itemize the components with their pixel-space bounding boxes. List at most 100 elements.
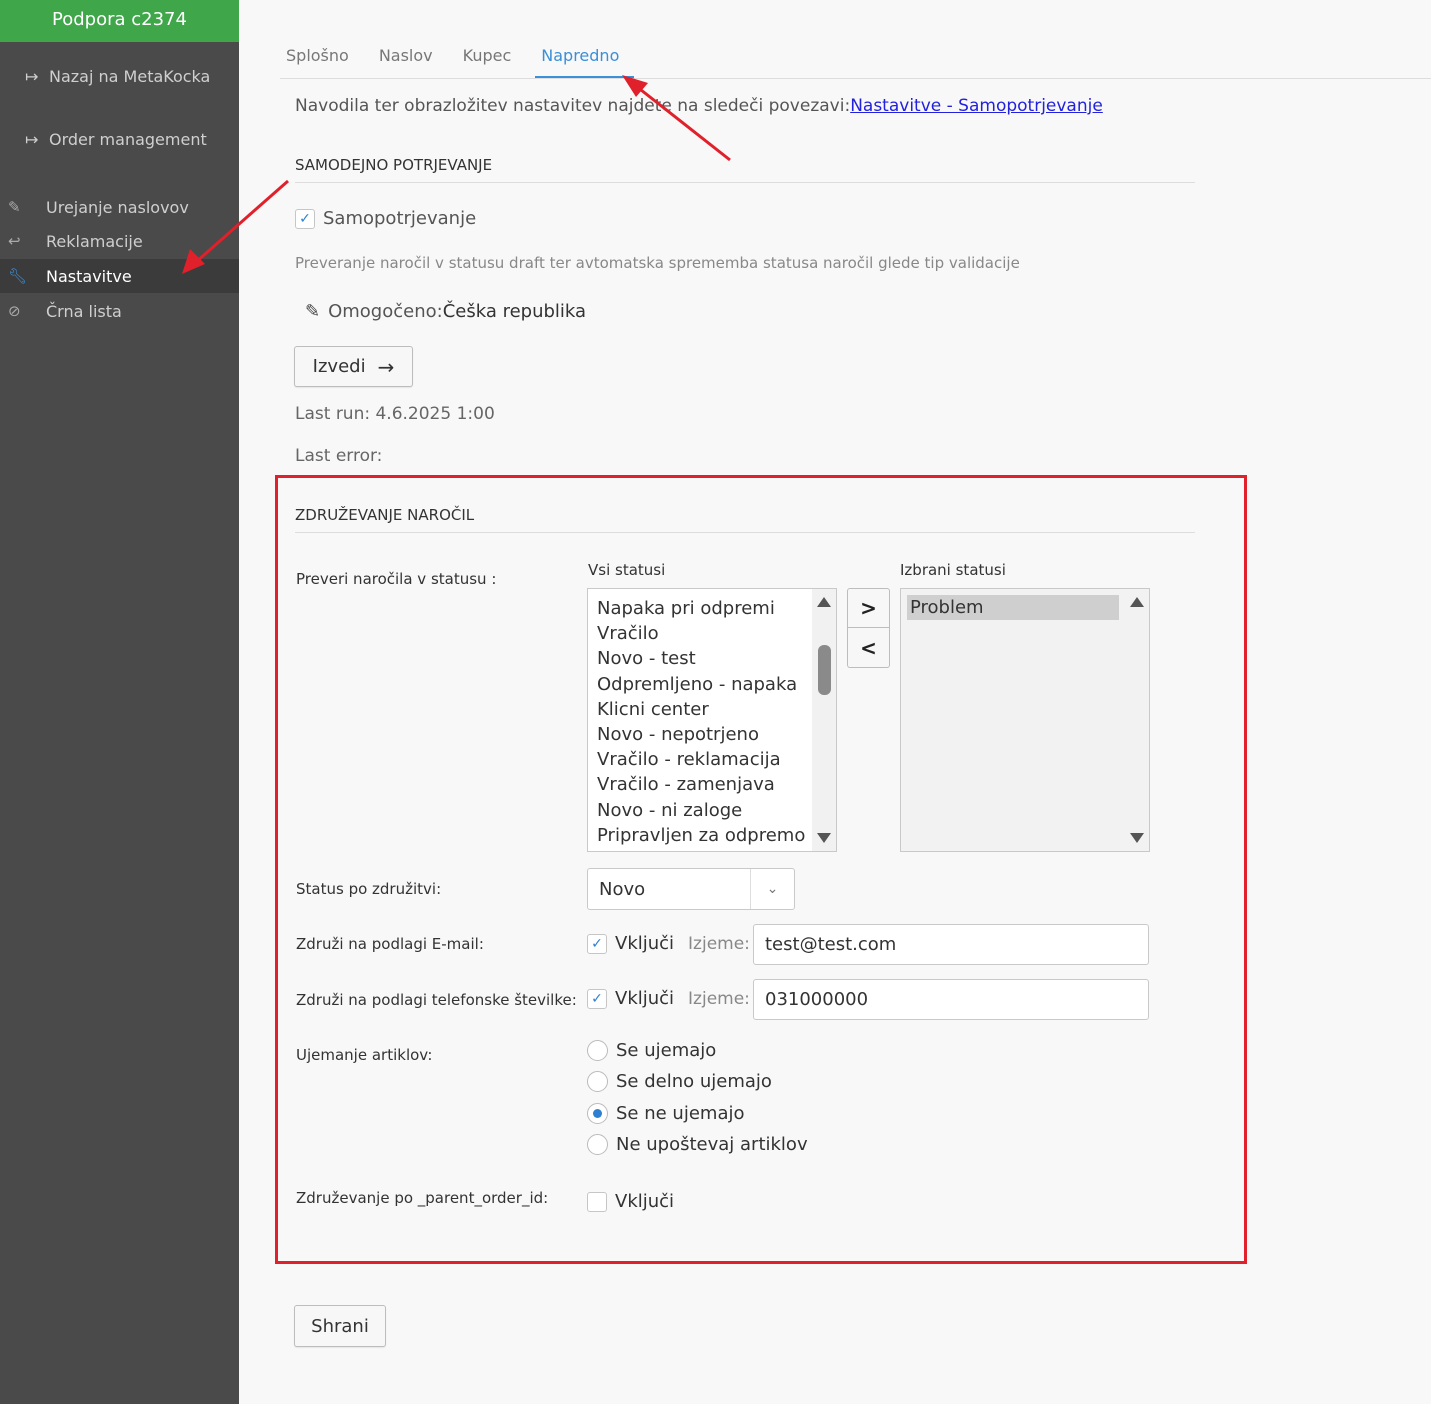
- radio-se-ujemajo[interactable]: Se ujemajo: [587, 1040, 716, 1061]
- sidebar-item-label: Urejanje naslovov: [46, 197, 189, 217]
- parent-include-row: Vključi: [587, 1191, 674, 1212]
- list-item[interactable]: Vračilo: [588, 621, 836, 646]
- sidebar-item-reklamacije[interactable]: ↩ Reklamacije: [0, 224, 239, 258]
- radio-label: Se delno ujemajo: [616, 1071, 772, 1092]
- status-after-select[interactable]: Novo ⌄: [587, 868, 795, 910]
- radio-se-ne-ujemajo[interactable]: Se ne ujemajo: [587, 1103, 745, 1124]
- items-matching-label: Ujemanje artiklov:: [296, 1046, 433, 1064]
- scroll-up-icon[interactable]: [1130, 597, 1144, 607]
- list-item[interactable]: Vračilo - reklamacija: [588, 747, 836, 772]
- phone-except-label: Izjeme:: [688, 988, 750, 1009]
- auto-confirm-checkbox[interactable]: ✓: [295, 208, 315, 229]
- sidebar-item-label: Črna lista: [46, 301, 122, 321]
- email-merge-label: Združi na podlagi E-mail:: [296, 935, 484, 953]
- radio-se-delno-ujemajo[interactable]: Se delno ujemajo: [587, 1071, 772, 1092]
- phone-merge-label: Združi na podlagi telefonske številke:: [296, 991, 577, 1009]
- tab-kupec[interactable]: Kupec: [457, 38, 527, 78]
- run-button[interactable]: Izvedi →: [294, 346, 413, 387]
- back-to-metakocka-link[interactable]: ↦ Nazaj na MetaKocka: [25, 67, 210, 86]
- info-line: Navodila ter obrazložitev nastavitev naj…: [295, 96, 1103, 116]
- list-item[interactable]: Problem: [907, 595, 1119, 621]
- edit-icon: ✎: [8, 198, 21, 216]
- section-title-auto-confirm: SAMODEJNO POTRJEVANJE: [295, 156, 1195, 183]
- back-link-label: Nazaj na MetaKocka: [49, 67, 211, 86]
- chevron-down-icon[interactable]: ⌄: [750, 869, 794, 909]
- arrow-right-icon: →: [377, 354, 395, 379]
- save-button[interactable]: Shrani: [294, 1305, 386, 1347]
- order-management-link[interactable]: ↦ Order management: [25, 130, 207, 149]
- email-include-checkbox[interactable]: ✓: [587, 933, 607, 954]
- list-item[interactable]: Novo - ni zaloge: [588, 798, 836, 823]
- enabled-value: Češka republika: [442, 301, 587, 322]
- phone-include-row: ✓ Vključi Izjeme:: [587, 988, 750, 1009]
- list-item[interactable]: Pripravljen za odpremo - r: [588, 823, 836, 848]
- all-statuses-label: Vsi statusi: [588, 561, 666, 579]
- phone-except-input[interactable]: 031000000: [753, 979, 1149, 1020]
- sidebar: Podpora c2374 ↦ Nazaj na MetaKocka ↦ Ord…: [0, 0, 239, 1404]
- radio-button[interactable]: [587, 1040, 608, 1061]
- sidebar-item-label: Nastavitve: [46, 266, 132, 286]
- scroll-down-icon[interactable]: [1130, 833, 1144, 843]
- scroll-down-icon[interactable]: [817, 833, 831, 843]
- auto-confirm-description: Preveranje naročil v statusu draft ter a…: [295, 254, 1020, 272]
- all-statuses-listbox[interactable]: Napaka pri odpremi Vračilo Novo - test O…: [587, 588, 837, 852]
- enabled-row: ✎ Omogočeno:Češka republika: [305, 301, 586, 322]
- move-left-button[interactable]: <: [847, 628, 890, 668]
- radio-label: Se ne ujemajo: [616, 1103, 745, 1124]
- wrench-icon: 🔧︎: [8, 267, 28, 285]
- parent-include-label: Vključi: [615, 1191, 675, 1212]
- list-item[interactable]: Novo - test: [588, 646, 836, 671]
- auto-confirm-label: Samopotrjevanje: [323, 208, 477, 229]
- scrollbar[interactable]: [1125, 589, 1149, 851]
- radio-button[interactable]: [587, 1071, 608, 1092]
- sidebar-item-crna-lista[interactable]: ⊘ Črna lista: [0, 294, 239, 328]
- parent-include-checkbox[interactable]: [587, 1191, 607, 1212]
- parent-order-label: Združevanje po _parent_order_id:: [296, 1189, 549, 1207]
- radio-dot: [593, 1109, 602, 1118]
- radio-label: Ne upoštevaj artiklov: [616, 1134, 808, 1155]
- phone-include-label: Vključi: [615, 988, 675, 1009]
- scroll-up-icon[interactable]: [817, 597, 831, 607]
- sign-out-icon: ↦: [25, 67, 39, 86]
- last-error-text: Last error:: [295, 446, 383, 466]
- sidebar-item-nastavitve[interactable]: 🔧︎ Nastavitve: [0, 259, 239, 293]
- tab-bar: Splošno Naslov Kupec Napredno: [280, 38, 1431, 79]
- status-after-value: Novo: [599, 878, 646, 900]
- ban-icon: ⊘: [8, 302, 21, 320]
- radio-ne-upostevaj-artiklov[interactable]: Ne upoštevaj artiklov: [587, 1134, 808, 1155]
- move-right-button[interactable]: >: [847, 588, 890, 628]
- list-item[interactable]: Klicni center: [588, 697, 836, 722]
- list-item[interactable]: Novo - nepotrjeno: [588, 722, 836, 747]
- last-run-text: Last run: 4.6.2025 1:00: [295, 404, 495, 424]
- brand-title[interactable]: Podpora c2374: [0, 0, 239, 42]
- reply-icon: ↩: [8, 232, 21, 250]
- instructions-link[interactable]: Nastavitve - Samopotrjevanje: [850, 96, 1103, 116]
- radio-label: Se ujemajo: [616, 1040, 717, 1061]
- chevron-right-icon: >: [860, 596, 877, 620]
- tab-splosno[interactable]: Splošno: [280, 38, 364, 78]
- edit-icon[interactable]: ✎: [305, 301, 320, 322]
- list-item[interactable]: Napaka pri odpremi: [588, 596, 836, 621]
- scroll-thumb[interactable]: [818, 645, 831, 695]
- enabled-label: Omogočeno:: [328, 301, 443, 322]
- phone-include-checkbox[interactable]: ✓: [587, 988, 607, 1009]
- sidebar-item-label: Reklamacije: [46, 231, 143, 251]
- email-except-input[interactable]: test@test.com: [753, 924, 1149, 965]
- radio-button-selected[interactable]: [587, 1103, 608, 1124]
- sign-out-icon: ↦: [25, 130, 39, 149]
- scrollbar[interactable]: [812, 589, 836, 851]
- list-item[interactable]: Vračilo - zamenjava: [588, 772, 836, 797]
- radio-button[interactable]: [587, 1134, 608, 1155]
- tab-napredno[interactable]: Napredno: [535, 38, 635, 78]
- email-except-label: Izjeme:: [688, 933, 750, 954]
- chevron-left-icon: <: [860, 635, 877, 660]
- status-after-label: Status po združitvi:: [296, 880, 442, 898]
- check-status-label: Preveri naročila v statusu :: [296, 570, 497, 588]
- tab-naslov[interactable]: Naslov: [373, 38, 448, 78]
- list-item[interactable]: Odpremljeno - napaka: [588, 672, 836, 697]
- annotation-arrow-tab: [622, 75, 731, 162]
- selected-statuses-listbox[interactable]: Problem: [900, 588, 1150, 852]
- email-include-label: Vključi: [615, 933, 675, 954]
- selected-statuses-label: Izbrani statusi: [900, 561, 1006, 579]
- sidebar-item-urejanje-naslovov[interactable]: ✎ Urejanje naslovov: [0, 190, 239, 224]
